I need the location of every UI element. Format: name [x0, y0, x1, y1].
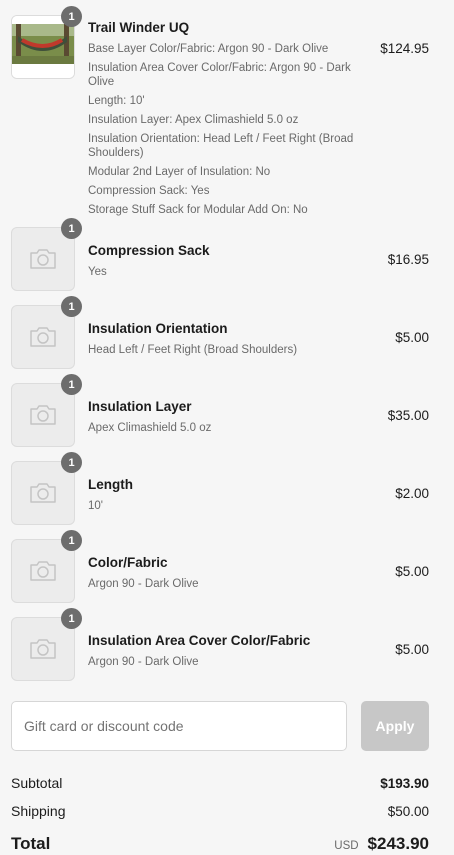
- order-summary: 1 Trail Winder UQ Base Layer Color/Fabri…: [0, 0, 454, 855]
- item-option: Head Left / Feet Right (Broad Shoulders): [88, 343, 298, 356]
- item-name: Length: [88, 476, 133, 492]
- quantity-badge: 1: [61, 296, 82, 317]
- shipping-row: Shipping $50.00: [11, 795, 429, 827]
- product-thumbnail: 1: [11, 296, 82, 369]
- product-thumbnail: 1: [11, 6, 82, 79]
- product-thumbnail: 1: [11, 530, 82, 603]
- item-price: $5.00: [395, 329, 429, 345]
- item-details: Color/Fabric Argon 90 - Dark Olive: [88, 552, 385, 591]
- total-row: Total USD $243.90: [11, 827, 429, 855]
- item-option: Base Layer Color/Fabric: Argon 90 - Dark…: [88, 43, 329, 55]
- item-option: 10': [88, 499, 103, 512]
- shipping-label: Shipping: [11, 803, 66, 819]
- total-value: $243.90: [367, 834, 429, 853]
- quantity-badge: 1: [61, 530, 82, 551]
- item-option: Storage Stuff Sack for Modular Add On: N…: [88, 204, 308, 216]
- item-name: Insulation Layer: [88, 398, 192, 414]
- item-name: Compression Sack: [88, 242, 210, 258]
- line-item-color-fabric: 1 Color/Fabric Argon 90 - Dark Olive $5.…: [11, 530, 429, 610]
- item-name: Insulation Area Cover Color/Fabric: [88, 632, 311, 648]
- item-option: Argon 90 - Dark Olive: [88, 655, 199, 668]
- item-price: $2.00: [395, 485, 429, 501]
- line-item-length: 1 Length 10' $2.00: [11, 452, 429, 532]
- line-item-insulation-layer: 1 Insulation Layer Apex Climashield 5.0 …: [11, 374, 429, 454]
- total-value-group: USD $243.90: [334, 834, 429, 854]
- item-option: Compression Sack: Yes: [88, 185, 210, 197]
- quantity-badge: 1: [61, 374, 82, 395]
- subtotal-label: Subtotal: [11, 775, 63, 791]
- shipping-value: $50.00: [387, 803, 429, 819]
- item-option: Insulation Orientation: Head Left / Feet…: [88, 133, 354, 159]
- apply-button[interactable]: Apply: [361, 701, 429, 751]
- discount-code-input[interactable]: [11, 701, 347, 751]
- product-thumbnail: 1: [11, 608, 82, 681]
- line-item-compression-sack: 1 Compression Sack Yes $16.95: [11, 218, 429, 298]
- total-label: Total: [11, 834, 51, 853]
- hammock-photo-image: [12, 16, 74, 78]
- item-price: $16.95: [387, 251, 429, 267]
- product-thumbnail: 1: [11, 218, 82, 291]
- currency-code: USD: [334, 840, 359, 852]
- item-name: Trail Winder UQ: [88, 20, 190, 35]
- product-thumbnail: 1: [11, 374, 82, 447]
- item-details: Insulation Orientation Head Left / Feet …: [88, 318, 385, 357]
- order-totals: Subtotal $193.90 Shipping $50.00 Total U…: [11, 771, 429, 855]
- line-item-trail-winder-uq: 1 Trail Winder UQ Base Layer Color/Fabri…: [11, 6, 429, 220]
- subtotal-row: Subtotal $193.90: [11, 771, 429, 795]
- item-price: $5.00: [395, 563, 429, 579]
- item-option: Insulation Area Cover Color/Fabric: Argo…: [88, 62, 351, 88]
- item-option: Length: 10': [88, 95, 145, 107]
- item-details: Length 10': [88, 474, 385, 513]
- item-option: Insulation Layer: Apex Climashield 5.0 o…: [88, 114, 299, 126]
- item-name: Insulation Orientation: [88, 320, 228, 336]
- line-item-insulation-area-cover: 1 Insulation Area Cover Color/Fabric Arg…: [11, 608, 429, 688]
- item-details: Insulation Area Cover Color/Fabric Argon…: [88, 630, 385, 669]
- quantity-badge: 1: [61, 452, 82, 473]
- item-details: Trail Winder UQ Base Layer Color/Fabric:…: [88, 15, 370, 217]
- line-item-insulation-orientation: 1 Insulation Orientation Head Left / Fee…: [11, 296, 429, 376]
- item-name: Color/Fabric: [88, 554, 168, 570]
- subtotal-value: $193.90: [380, 775, 429, 791]
- discount-form: Apply: [11, 701, 429, 751]
- item-price: $5.00: [395, 641, 429, 657]
- item-option: Argon 90 - Dark Olive: [88, 577, 199, 590]
- item-price: $35.00: [387, 407, 429, 423]
- item-option: Yes: [88, 265, 107, 278]
- quantity-badge: 1: [61, 218, 82, 239]
- item-option: Modular 2nd Layer of Insulation: No: [88, 166, 271, 178]
- quantity-badge: 1: [61, 608, 82, 629]
- line-items-list: 1 Trail Winder UQ Base Layer Color/Fabri…: [11, 0, 429, 688]
- product-thumbnail: 1: [11, 452, 82, 525]
- quantity-badge: 1: [61, 6, 82, 27]
- item-details: Compression Sack Yes: [88, 240, 378, 279]
- item-option: Apex Climashield 5.0 oz: [88, 421, 212, 434]
- item-price: $124.95: [380, 41, 429, 56]
- item-details: Insulation Layer Apex Climashield 5.0 oz: [88, 396, 378, 435]
